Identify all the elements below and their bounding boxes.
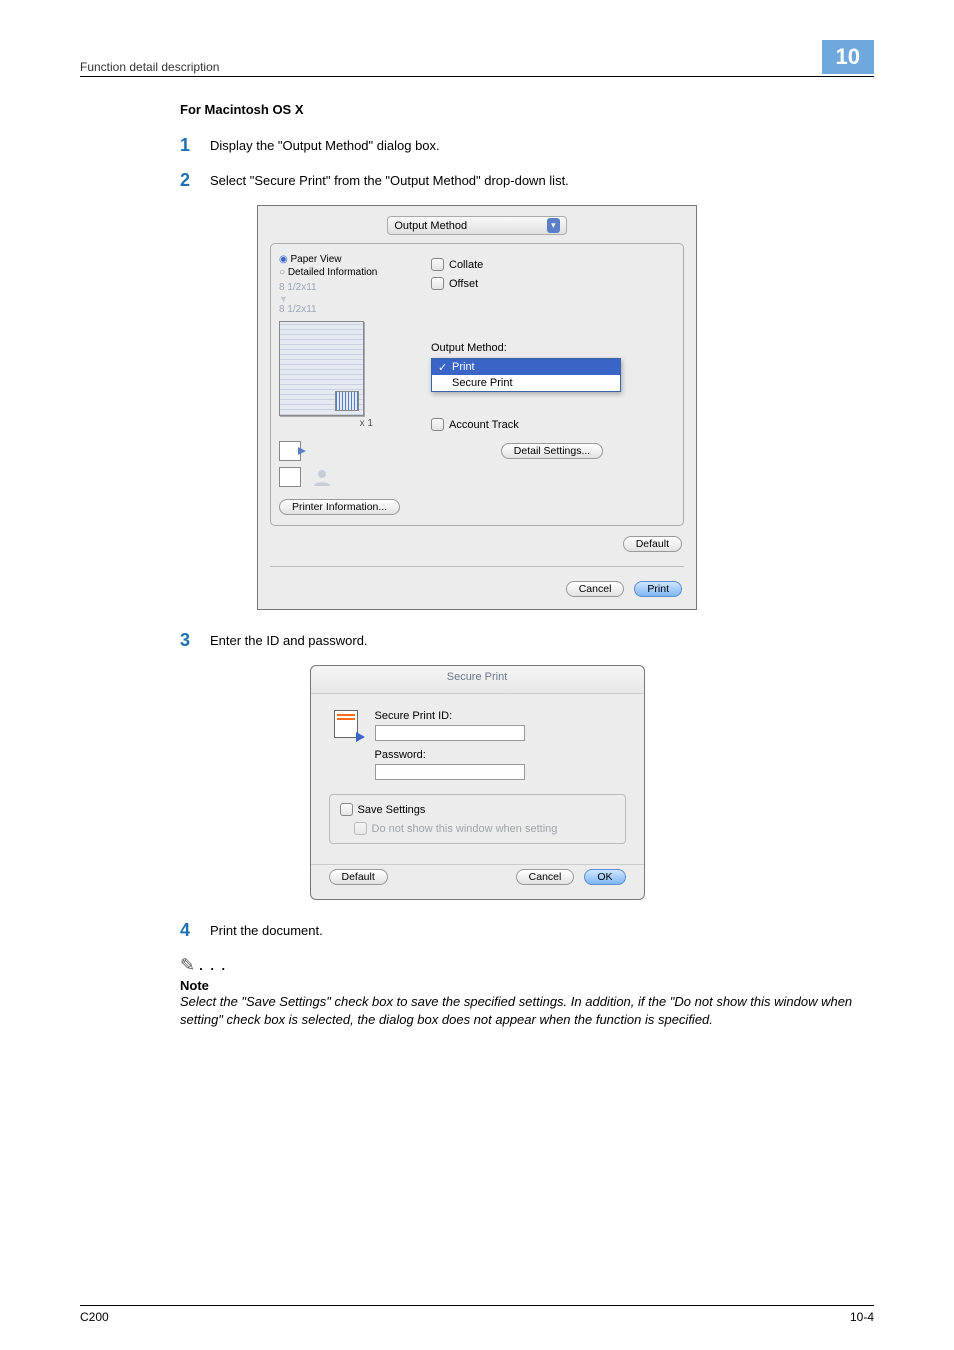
secure-print-icon [329, 708, 363, 740]
detail-settings-button[interactable]: Detail Settings... [501, 443, 603, 459]
output-method-dropdown[interactable]: Print Secure Print [431, 358, 621, 392]
dropdown-item-secure-print[interactable]: Secure Print [432, 375, 620, 391]
duplex-icon[interactable] [279, 441, 301, 461]
password-label: Password: [375, 749, 626, 761]
note-icon: ✎ [180, 955, 195, 976]
copy-count: x 1 [279, 418, 413, 429]
note-block: ✎ . . . Note Select the "Save Settings" … [180, 955, 874, 1029]
cancel-button[interactable]: Cancel [566, 581, 625, 597]
step-2: 2 Select "Secure Print" from the "Output… [180, 170, 874, 191]
output-method-label: Output Method: [431, 342, 673, 354]
page-footer: C200 10-4 [80, 1305, 874, 1324]
output-method-dialog: Output Method ▾ ◉ Paper View ○ Detailed … [257, 205, 697, 610]
step-text: Print the document. [210, 920, 323, 941]
paper-size-top: 8 1/2x11 [279, 282, 413, 293]
subheading: For Macintosh OS X [180, 102, 874, 117]
panel-selector[interactable]: Output Method ▾ [387, 216, 566, 235]
collate-checkbox[interactable]: Collate [431, 258, 673, 271]
note-dots-icon: . . . [199, 958, 227, 973]
page-preview [279, 321, 364, 416]
step-1: 1 Display the "Output Method" dialog box… [180, 135, 874, 156]
page-layout-icon[interactable] [279, 467, 301, 487]
user-icon [311, 467, 333, 487]
step-text: Enter the ID and password. [210, 630, 368, 651]
step-number: 4 [180, 920, 210, 941]
print-button[interactable]: Print [634, 581, 682, 597]
do-not-show-checkbox: Do not show this window when setting [354, 822, 615, 835]
printer-info-button[interactable]: Printer Information... [279, 499, 400, 515]
section-title: Function detail description [80, 60, 219, 74]
page-header: Function detail description 10 [80, 40, 874, 77]
note-heading: Note [180, 978, 874, 993]
step-3: 3 Enter the ID and password. [180, 630, 874, 651]
detailed-info-radio[interactable]: ○ Detailed Information [279, 267, 413, 278]
dropdown-item-print[interactable]: Print [432, 359, 620, 375]
offset-checkbox[interactable]: Offset [431, 277, 673, 290]
dropdown-arrow-icon: ▾ [547, 218, 560, 233]
footer-model: C200 [80, 1310, 109, 1324]
dialog-title: Secure Print [311, 666, 644, 694]
step-number: 2 [180, 170, 210, 191]
paper-view-radio[interactable]: ◉ Paper View [279, 254, 413, 265]
save-settings-checkbox[interactable]: Save Settings [340, 803, 615, 816]
secure-print-dialog: Secure Print Secure Print ID: Password: [310, 665, 645, 900]
default-button[interactable]: Default [623, 536, 682, 552]
password-input[interactable] [375, 764, 525, 780]
step-number: 3 [180, 630, 210, 651]
note-text: Select the "Save Settings" check box to … [180, 993, 874, 1029]
paper-size-bottom: 8 1/2x11 [279, 304, 413, 315]
footer-page: 10-4 [850, 1310, 874, 1324]
secure-print-id-input[interactable] [375, 725, 525, 741]
step-text: Select "Secure Print" from the "Output M… [210, 170, 569, 191]
ok-button[interactable]: OK [584, 869, 625, 885]
default-button[interactable]: Default [329, 869, 388, 885]
cancel-button[interactable]: Cancel [516, 869, 575, 885]
panel-selector-label: Output Method [394, 220, 467, 232]
step-4: 4 Print the document. [180, 920, 874, 941]
paper-divider-icon: ▼ [279, 294, 413, 304]
step-number: 1 [180, 135, 210, 156]
chapter-number: 10 [822, 40, 874, 74]
step-text: Display the "Output Method" dialog box. [210, 135, 440, 156]
secure-print-id-label: Secure Print ID: [375, 710, 626, 722]
account-track-checkbox[interactable]: Account Track [431, 418, 673, 431]
